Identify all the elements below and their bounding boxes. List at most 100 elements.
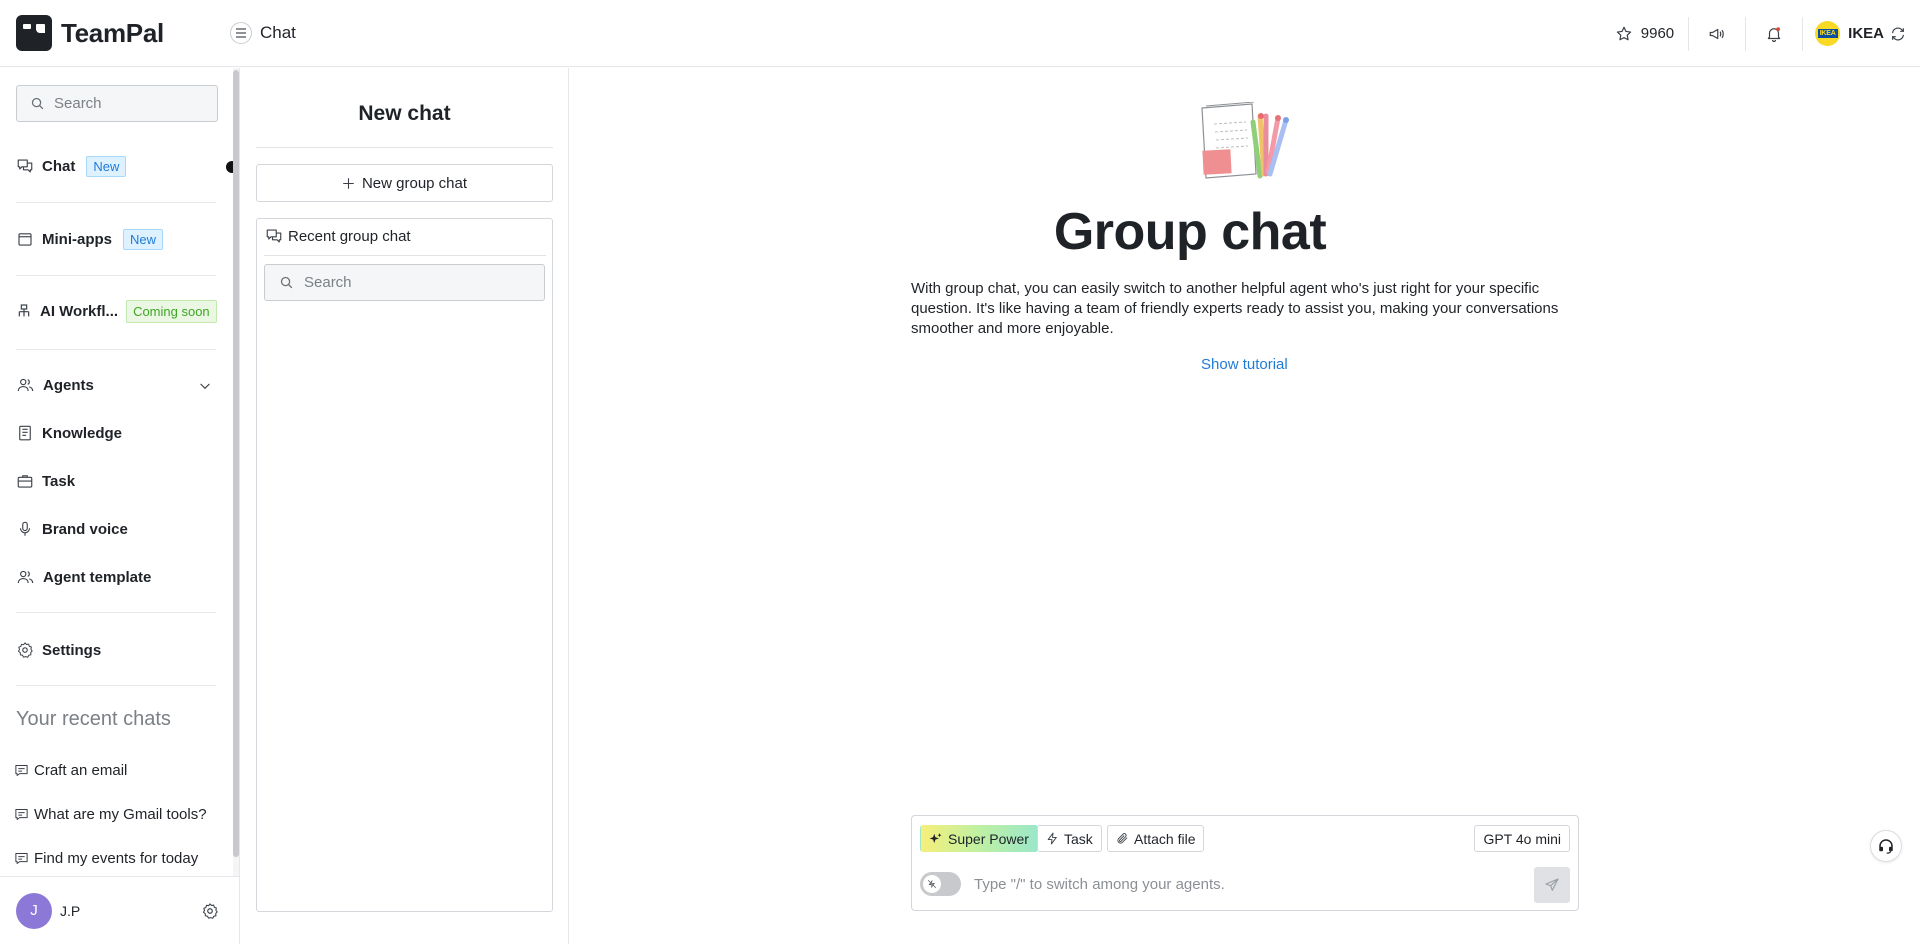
credits-count: 9960 [1640,25,1675,42]
send-button[interactable] [1534,867,1570,903]
org-logo: IKEA [1815,21,1841,46]
calendar-icon [18,233,32,246]
briefcase-icon [17,475,33,488]
user-name: J.P [60,902,81,919]
announcements-button[interactable] [1689,17,1745,51]
plus-icon [343,177,354,189]
users-icon [17,570,34,584]
message-icon [15,853,28,864]
sidebar: Search Chat New Mini-apps New AI Workfl. [0,68,239,944]
workflow-icon [18,304,30,317]
super-power-label: Super Power [948,830,1029,847]
new-badge: New [86,155,127,177]
sidebar-item-label: Task [42,472,76,490]
bolt-off-icon [927,879,937,889]
sidebar-item-label: Agent template [43,568,152,586]
show-tutorial-link[interactable]: Show tutorial [1201,356,1288,373]
panel-divider [256,147,553,148]
sidebar-item-label: AI Workfl... [40,302,119,320]
recent-chat-item[interactable]: What are my Gmail tools? [14,806,207,823]
users-icon [17,378,34,392]
sparkle-icon [929,832,942,843]
gear-icon [17,642,33,658]
sidebar-divider [16,275,216,276]
group-chat-search[interactable]: Search [264,264,545,301]
message-icon [15,809,28,820]
sidebar-divider [16,685,216,686]
sidebar-item-agent-template[interactable]: Agent template [16,564,151,590]
recent-chat-title: What are my Gmail tools? [34,806,207,823]
sidebar-item-label: Knowledge [42,424,123,442]
page-title: Chat [260,23,296,42]
microphone-icon [19,521,31,536]
message-input[interactable] [974,873,1474,895]
sidebar-item-settings[interactable]: Settings [16,637,101,663]
sidebar-item-label: Chat [42,157,76,175]
sidebar-search[interactable]: Search [16,85,218,122]
panel-title: New chat [358,102,451,125]
megaphone-icon [1709,28,1724,39]
lightning-icon [1047,832,1057,845]
recent-group-chat-box: Recent group chat Search [256,218,553,912]
sidebar-item-mini-apps[interactable]: Mini-apps New [16,226,164,252]
coming-soon-badge: Coming soon [126,299,217,323]
paperclip-icon [1117,833,1128,844]
recent-chat-item[interactable]: Find my events for today [14,850,198,867]
bell-icon [1767,26,1781,42]
sidebar-item-label: Agents [43,376,94,394]
sidebar-item-knowledge[interactable]: Knowledge [16,420,122,446]
sidebar-nav: Search Chat New Mini-apps New AI Workfl. [0,68,233,876]
hamburger-icon [236,28,246,38]
support-button[interactable] [1870,830,1902,862]
super-power-button[interactable]: Super Power [920,825,1038,852]
top-header: TeamPal Chat 9960 IKEA IKEA [0,0,1920,67]
agent-mode-toggle[interactable] [920,872,961,896]
task-label: Task [1064,830,1093,847]
recent-chats-heading: Your recent chats [16,708,171,730]
user-settings-icon[interactable] [201,902,219,920]
avatar[interactable]: J [16,892,52,929]
sidebar-divider [16,349,216,350]
star-icon [1616,26,1631,40]
chevron-down-icon[interactable] [198,379,212,393]
user-profile[interactable]: J J.P [0,876,239,944]
book-icon [19,425,31,441]
recent-chat-title: Find my events for today [34,850,199,867]
sidebar-divider [16,612,216,613]
send-icon [1545,878,1559,891]
sidebar-item-label: Mini-apps [42,230,112,248]
credits-button[interactable]: 9960 [1605,17,1688,51]
notebook-illustration-icon [1201,102,1289,179]
sidebar-search-placeholder: Search [54,95,102,112]
sidebar-item-agents[interactable]: Agents [16,372,216,398]
header-actions: 9960 IKEA IKEA [1605,0,1920,67]
sidebar-item-ai-workflow[interactable]: AI Workfl... Coming soon [16,298,217,324]
org-switcher[interactable]: IKEA IKEA [1803,17,1920,51]
model-selector[interactable]: GPT 4o mini [1474,825,1570,852]
org-name: IKEA [1848,25,1884,42]
message-icon [15,765,28,776]
recent-group-chat-header: Recent group chat [265,227,411,245]
search-icon [31,97,44,110]
recent-chat-title: Craft an email [34,762,128,779]
toggle-knob [923,875,941,893]
box-divider [264,255,546,256]
sidebar-item-task[interactable]: Task [16,468,75,494]
sidebar-item-chat[interactable]: Chat New [16,153,127,179]
new-badge: New [123,228,164,250]
recent-chat-item[interactable]: Craft an email [14,762,127,779]
sidebar-divider [16,202,216,203]
sidebar-item-label: Settings [42,641,102,659]
brand[interactable]: TeamPal [0,15,230,51]
task-button[interactable]: Task [1037,825,1102,852]
recent-group-chat-title: Recent group chat [288,227,411,245]
switch-icon [1892,27,1904,40]
attach-file-button[interactable]: Attach file [1107,825,1205,852]
new-group-chat-button[interactable]: New group chat [256,164,553,202]
sidebar-item-label: Brand voice [42,520,128,538]
menu-toggle-button[interactable] [230,22,252,44]
message-composer: Super Power Task Attach file GPT 4o mini [911,815,1579,911]
main-description: With group chat, you can easily switch t… [911,280,1559,337]
notifications-button[interactable] [1746,17,1802,51]
sidebar-item-brand-voice[interactable]: Brand voice [16,516,128,542]
